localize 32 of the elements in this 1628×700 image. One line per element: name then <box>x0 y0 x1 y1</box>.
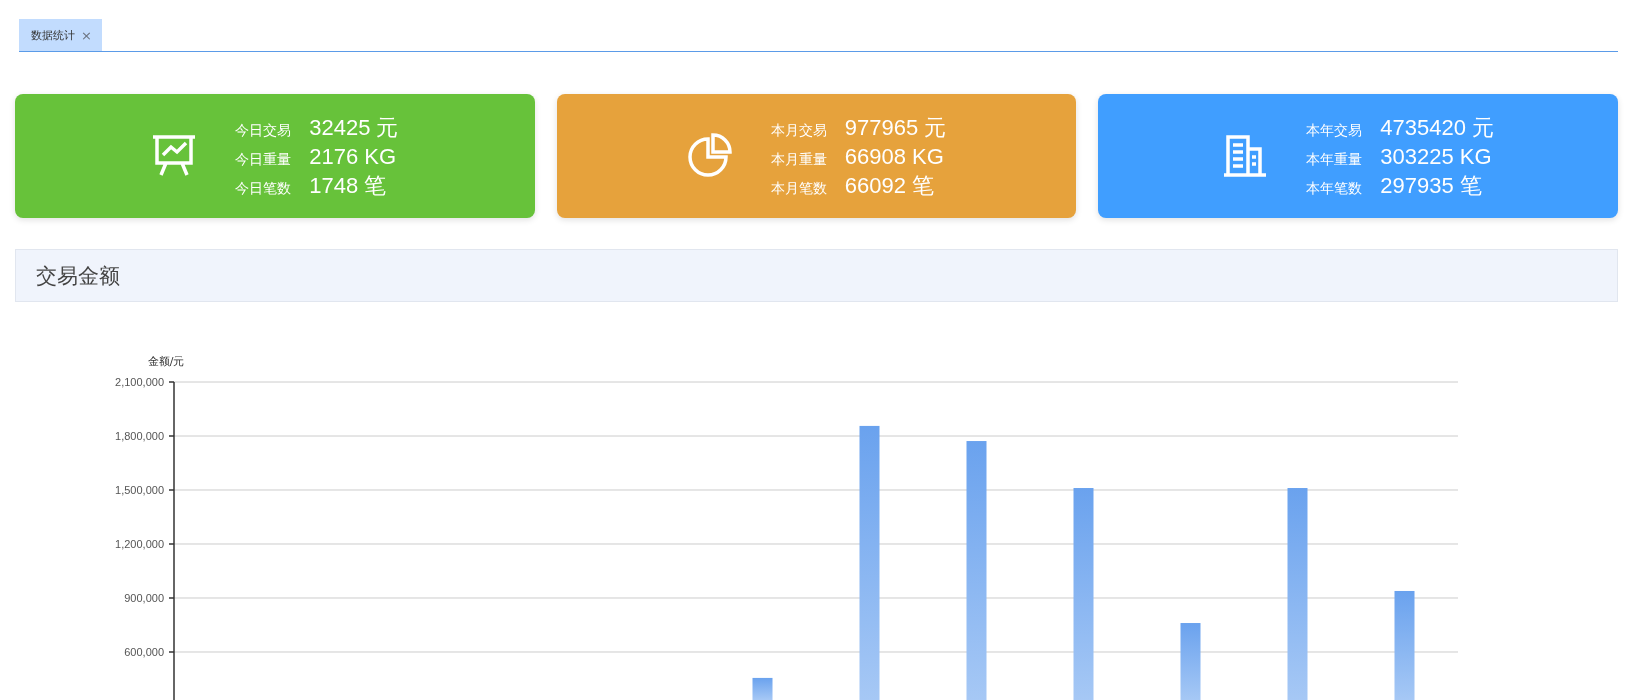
stat-label: 今日重量 <box>235 150 292 169</box>
tick-label: 1,200,000 <box>115 538 164 550</box>
presentation-board-icon <box>151 133 198 179</box>
building-icon <box>1222 133 1269 179</box>
tab[interactable]: 数据统计 × <box>19 19 102 51</box>
stat-label: 本月重量 <box>770 150 827 169</box>
tick-label: 600,000 <box>124 646 164 658</box>
stat-value: 32425 元 <box>309 113 399 142</box>
tick-label: 1,800,000 <box>115 430 164 442</box>
stat-value: 66908 KG <box>844 142 945 171</box>
pie-chart-icon <box>686 133 733 179</box>
section-title: 交易金额 <box>36 262 120 290</box>
close-icon[interactable]: × <box>81 27 92 43</box>
stat-label: 本年重量 <box>1306 150 1363 169</box>
axis-title: 金额/元 <box>147 355 185 368</box>
stat-label: 本年交易 <box>1306 121 1363 140</box>
tick-label: 2,100,000 <box>115 376 164 388</box>
stat-value: 977965 元 <box>844 113 947 142</box>
stat-value: 66092 笔 <box>844 171 936 200</box>
stat-label: 本月笔数 <box>770 179 827 198</box>
stat-label: 今日笔数 <box>235 179 292 198</box>
stat-label: 本月交易 <box>770 121 827 140</box>
bar <box>752 677 773 700</box>
stat-label: 今日交易 <box>235 121 292 140</box>
stat-value: 297935 笔 <box>1380 171 1483 200</box>
stat-value: 2176 KG <box>309 142 398 171</box>
stat-value: 1748 笔 <box>309 171 388 200</box>
stat-label: 本年笔数 <box>1306 179 1363 198</box>
tick-label: 1,500,000 <box>115 484 164 496</box>
tick-label: 900,000 <box>124 592 164 604</box>
stat-value: 4735420 元 <box>1380 113 1495 142</box>
stat-value: 303225 KG <box>1380 142 1493 171</box>
